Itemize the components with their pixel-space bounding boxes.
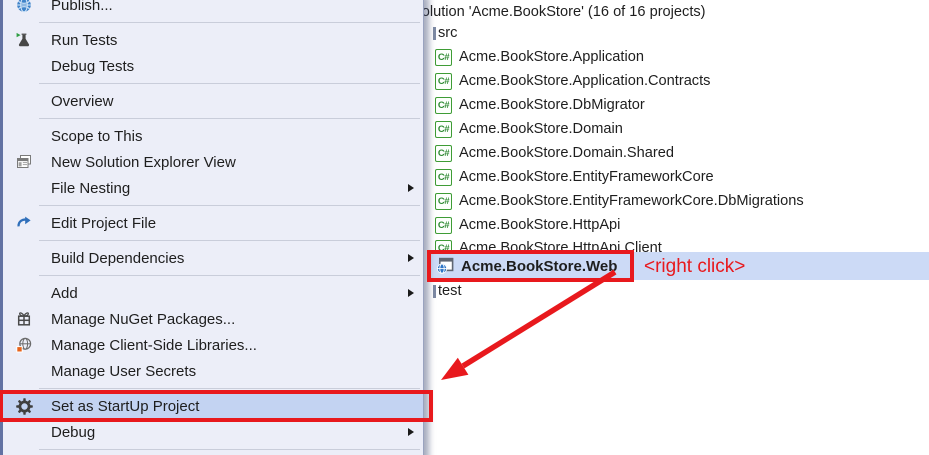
tree-row-acme-bookstore-application-contracts[interactable]: C# Acme.BookStore.Application.Contracts [435,69,710,93]
folder-icon [433,285,436,298]
menu-item-label: Add [51,285,78,302]
menu-item-label: Edit Project File [51,215,156,232]
tree-row-label: Acme.BookStore.DbMigrator [459,97,645,113]
menu-item-build-dependencies[interactable]: Build Dependencies [3,245,423,271]
menu-separator [3,445,423,454]
folder-icon [433,27,436,40]
tree-row-label: Acme.BookStore.Application.Contracts [459,73,710,89]
nuget-package-icon [11,311,37,327]
tree-row-acme-bookstore-entityframeworkcore-dbmigrations[interactable]: C# Acme.BookStore.EntityFrameworkCore.DbM… [435,189,804,213]
submenu-chevron-icon [408,289,414,297]
client-side-libraries-icon [11,337,37,353]
menu-separator [3,271,423,280]
csharp-project-icon: C# [435,49,452,66]
tree-row-label: test [438,283,462,299]
menu-item-run-tests[interactable]: Run Tests [3,27,423,53]
menu-item-label: Overview [51,93,114,110]
menu-item-debug[interactable]: Debug [3,419,423,445]
menu-item-file-nesting[interactable]: File Nesting [3,175,423,201]
tree-row-acme-bookstore-dbmigrator[interactable]: C# Acme.BookStore.DbMigrator [435,93,645,117]
csharp-project-icon: C# [435,217,452,234]
run-tests-icon [11,32,37,48]
tree-row-label: Acme.BookStore.Domain [459,121,623,137]
menu-separator [3,18,423,27]
menu-item-label: Scope to This [51,128,142,145]
edit-project-file-icon [11,215,37,231]
tree-row-label: src [438,25,457,41]
menu-item-overview[interactable]: Overview [3,88,423,114]
csharp-project-icon: C# [435,73,452,90]
tree-row-label: Solution 'Acme.BookStore' (16 of 16 proj… [412,4,706,20]
publish-icon [11,0,37,13]
menu-item-set-as-startup-project[interactable]: Set as StartUp Project [3,393,423,419]
menu-separator [3,114,423,123]
menu-item-label: Manage User Secrets [51,363,196,380]
screenshot-root: Solution 'Acme.BookStore' (16 of 16 proj… [0,0,929,455]
tree-row-label: Acme.BookStore.Web [461,258,617,275]
menu-item-scope-to-this[interactable]: Scope to This [3,123,423,149]
menu-item-manage-client-side-libraries[interactable]: Manage Client-Side Libraries... [3,332,423,358]
csharp-project-icon: C# [435,169,452,186]
menu-item-edit-project-file[interactable]: Edit Project File [3,210,423,236]
tree-row-acme-bookstore-httpapi[interactable]: C# Acme.BookStore.HttpApi [435,213,620,237]
menu-item-label: Publish... [51,0,113,14]
tree-row-acme-bookstore-domain-shared[interactable]: C# Acme.BookStore.Domain.Shared [435,141,674,165]
menu-item-label: New Solution Explorer View [51,154,236,171]
menu-separator [3,236,423,245]
submenu-chevron-icon [408,254,414,262]
tree-row-acme-bookstore-application[interactable]: C# Acme.BookStore.Application [435,45,644,69]
menu-item-label: Debug [51,424,95,441]
menu-separator [3,384,423,393]
menu-item-label: Run Tests [51,32,117,49]
tree-row-label: Acme.BookStore.EntityFrameworkCore.DbMig… [459,193,804,209]
menu-item-add[interactable]: Add [3,280,423,306]
menu-item-manage-nuget-packages[interactable]: Manage NuGet Packages... [3,306,423,332]
tree-row-label: Acme.BookStore.HttpApi [459,217,620,233]
new-solution-explorer-view-icon [11,154,37,170]
project-context-menu: Publish... Run Tests Debug Tests Overview Sc… [0,0,424,455]
menu-item-debug-tests[interactable]: Debug Tests [3,53,423,79]
menu-item-label: Manage NuGet Packages... [51,311,235,328]
menu-item-manage-user-secrets[interactable]: Manage User Secrets [3,358,423,384]
tree-row-label: Acme.BookStore.EntityFrameworkCore [459,169,714,185]
menu-item-label: Build Dependencies [51,250,184,267]
web-project-icon [436,257,454,275]
menu-item-label: Debug Tests [51,58,134,75]
tree-row-test[interactable]: test [433,279,462,303]
tree-row-acme-bookstore-entityframeworkcore[interactable]: C# Acme.BookStore.EntityFrameworkCore [435,165,714,189]
menu-item-publish[interactable]: Publish... [3,0,423,18]
startup-gear-icon [11,398,37,415]
submenu-chevron-icon [408,428,414,436]
csharp-project-icon: C# [435,121,452,138]
submenu-chevron-icon [408,184,414,192]
tree-row-label: Acme.BookStore.Application [459,49,644,65]
menu-separator [3,79,423,88]
menu-separator [3,201,423,210]
csharp-project-icon: C# [435,193,452,210]
menu-item-label: Set as StartUp Project [51,398,199,415]
menu-item-label: File Nesting [51,180,130,197]
tree-row-acme-bookstore-web[interactable]: Acme.BookStore.Web [430,252,929,280]
menu-item-label: Manage Client-Side Libraries... [51,337,257,354]
csharp-project-icon: C# [435,97,452,114]
tree-row-src[interactable]: src [433,21,457,45]
tree-row-label: Acme.BookStore.Domain.Shared [459,145,674,161]
tree-row-acme-bookstore-domain[interactable]: C# Acme.BookStore.Domain [435,117,623,141]
menu-item-new-solution-explorer-view[interactable]: New Solution Explorer View [3,149,423,175]
csharp-project-icon: C# [435,145,452,162]
